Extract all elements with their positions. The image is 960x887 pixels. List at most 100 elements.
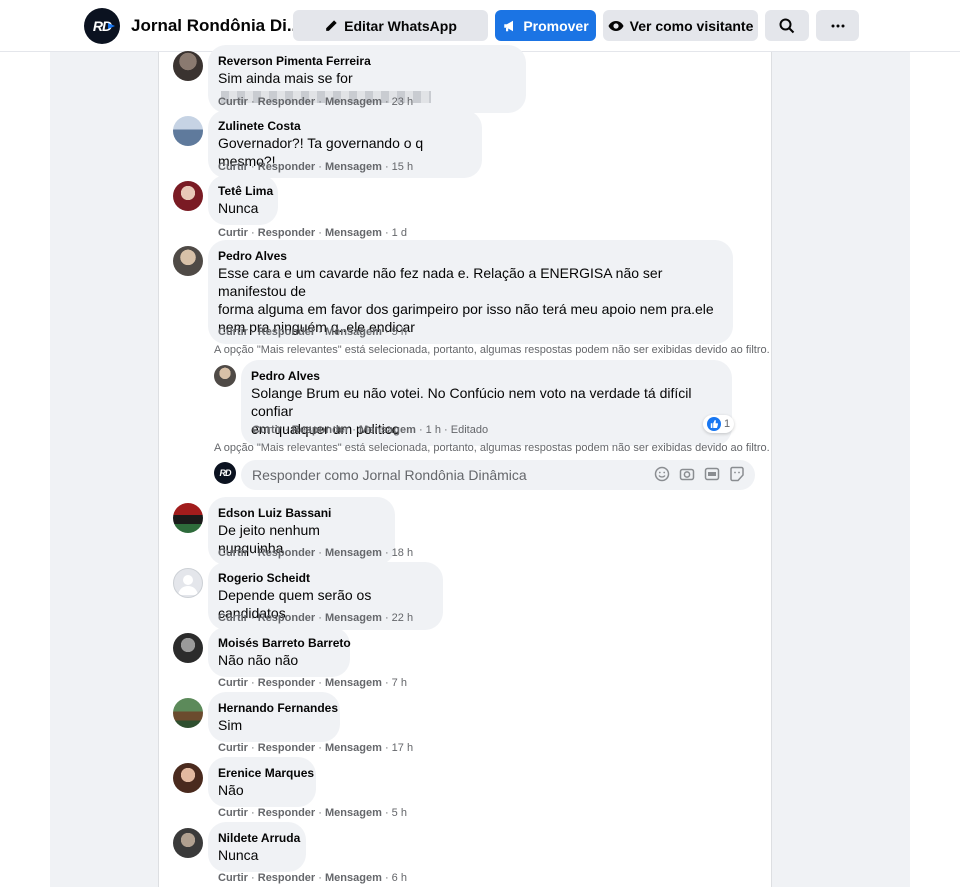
message-link[interactable]: Mensagem: [359, 424, 416, 436]
default-user-icon: [178, 575, 198, 595]
comment-actions: Curtir · Responder · Mensagem · 6 h: [218, 872, 407, 884]
comment-author[interactable]: Nildete Arruda: [218, 830, 300, 846]
reply-link[interactable]: Responder: [258, 161, 315, 173]
reaction-badge[interactable]: 1: [703, 415, 735, 433]
avatar[interactable]: [173, 246, 203, 276]
sticker-icon[interactable]: [729, 466, 745, 482]
reply-link[interactable]: Responder: [258, 326, 315, 338]
like-link[interactable]: Curtir: [218, 677, 248, 689]
comment-text: Sim: [218, 717, 243, 733]
comment-time[interactable]: 5 h: [392, 807, 407, 819]
edited-label[interactable]: Editado: [451, 424, 488, 436]
separator: ·: [251, 807, 255, 819]
separator: ·: [384, 161, 389, 173]
like-link[interactable]: Curtir: [218, 742, 248, 754]
reply-link[interactable]: Responder: [292, 424, 349, 436]
page-title[interactable]: Jornal Rondônia Di...: [131, 16, 301, 36]
avatar[interactable]: [173, 698, 203, 728]
comment-bubble: Nildete Arruda Nunca: [208, 822, 306, 872]
comment-author[interactable]: Zulinete Costa: [218, 118, 470, 134]
gif-icon[interactable]: [704, 466, 720, 482]
search-button[interactable]: [765, 10, 809, 41]
reply-link[interactable]: Responder: [258, 742, 315, 754]
reply-link[interactable]: Responder: [258, 807, 315, 819]
comment-time[interactable]: 17 h: [392, 742, 413, 754]
avatar[interactable]: [173, 503, 203, 533]
message-link[interactable]: Mensagem: [325, 96, 382, 108]
comment-time[interactable]: 5 h: [392, 326, 407, 338]
comment-author[interactable]: Reverson Pimenta Ferreira: [218, 53, 514, 69]
comment-author[interactable]: Erenice Marques: [218, 765, 314, 781]
comment-time[interactable]: 18 h: [392, 547, 413, 559]
reply-link[interactable]: Responder: [258, 612, 315, 624]
comment-actions: Curtir · Responder · Mensagem · 1 h · Ed…: [252, 424, 488, 436]
comment-author[interactable]: Moisés Barreto Barreto: [218, 635, 351, 651]
like-link[interactable]: Curtir: [218, 326, 248, 338]
like-link[interactable]: Curtir: [218, 807, 248, 819]
avatar[interactable]: [173, 828, 203, 858]
like-link[interactable]: Curtir: [218, 161, 248, 173]
separator: ·: [384, 742, 389, 754]
reply-link[interactable]: Responder: [258, 677, 315, 689]
comment-author[interactable]: Tetê Lima: [218, 183, 273, 199]
like-link[interactable]: Curtir: [218, 547, 248, 559]
edit-whatsapp-button[interactable]: Editar WhatsApp: [293, 10, 488, 41]
avatar[interactable]: [214, 365, 236, 387]
like-link[interactable]: Curtir: [218, 227, 248, 239]
avatar[interactable]: [173, 116, 203, 146]
comment-author[interactable]: Pedro Alves: [218, 248, 721, 264]
like-link[interactable]: Curtir: [218, 872, 248, 884]
avatar[interactable]: [173, 763, 203, 793]
message-link[interactable]: Mensagem: [325, 326, 382, 338]
like-link[interactable]: Curtir: [218, 96, 248, 108]
reply-input[interactable]: Responder como Jornal Rondônia Dinâmica: [241, 460, 755, 490]
camera-icon[interactable]: [679, 466, 695, 482]
reply-link[interactable]: Responder: [258, 96, 315, 108]
like-link[interactable]: Curtir: [218, 612, 248, 624]
comment-time[interactable]: 1 h: [426, 424, 441, 436]
logo-text: RD: [219, 468, 232, 478]
comment-time[interactable]: 23 h: [392, 96, 413, 108]
comment-author[interactable]: Rogerio Scheidt: [218, 570, 431, 586]
message-link[interactable]: Mensagem: [325, 227, 382, 239]
message-link[interactable]: Mensagem: [325, 742, 382, 754]
comment-author[interactable]: Pedro Alves: [251, 368, 720, 384]
separator: ·: [285, 424, 289, 436]
reply-link[interactable]: Responder: [258, 547, 315, 559]
separator: ·: [384, 872, 389, 884]
page-logo[interactable]: RD: [84, 8, 120, 44]
emoji-icon[interactable]: [654, 466, 670, 482]
separator: ·: [384, 807, 389, 819]
comment-time[interactable]: 1 d: [392, 227, 407, 239]
avatar[interactable]: [173, 51, 203, 81]
message-link[interactable]: Mensagem: [325, 807, 382, 819]
message-link[interactable]: Mensagem: [325, 547, 382, 559]
reply-link[interactable]: Responder: [258, 872, 315, 884]
separator: ·: [418, 424, 423, 436]
page: RD Jornal Rondônia Di... Editar WhatsApp…: [0, 0, 960, 887]
comment-author[interactable]: Edson Luiz Bassani: [218, 505, 383, 521]
avatar[interactable]: [173, 568, 203, 598]
comment-author[interactable]: Hernando Fernandes: [218, 700, 338, 716]
comment-time[interactable]: 22 h: [392, 612, 413, 624]
separator: ·: [318, 326, 322, 338]
message-link[interactable]: Mensagem: [325, 872, 382, 884]
message-link[interactable]: Mensagem: [325, 677, 382, 689]
comment-actions: Curtir · Responder · Mensagem · 22 h: [218, 612, 413, 624]
separator: ·: [251, 326, 255, 338]
reply-link[interactable]: Responder: [258, 227, 315, 239]
promote-button[interactable]: Promover: [495, 10, 596, 41]
more-options-button[interactable]: [816, 10, 859, 41]
avatar[interactable]: [173, 633, 203, 663]
separator: ·: [318, 161, 322, 173]
comment-time[interactable]: 15 h: [392, 161, 413, 173]
comment-time[interactable]: 7 h: [392, 677, 407, 689]
comment-time[interactable]: 6 h: [392, 872, 407, 884]
like-link[interactable]: Curtir: [252, 424, 282, 436]
message-link[interactable]: Mensagem: [325, 612, 382, 624]
separator: ·: [318, 547, 322, 559]
message-link[interactable]: Mensagem: [325, 161, 382, 173]
view-as-visitor-button[interactable]: Ver como visitante: [603, 10, 758, 41]
avatar[interactable]: [173, 181, 203, 211]
separator: ·: [318, 807, 322, 819]
